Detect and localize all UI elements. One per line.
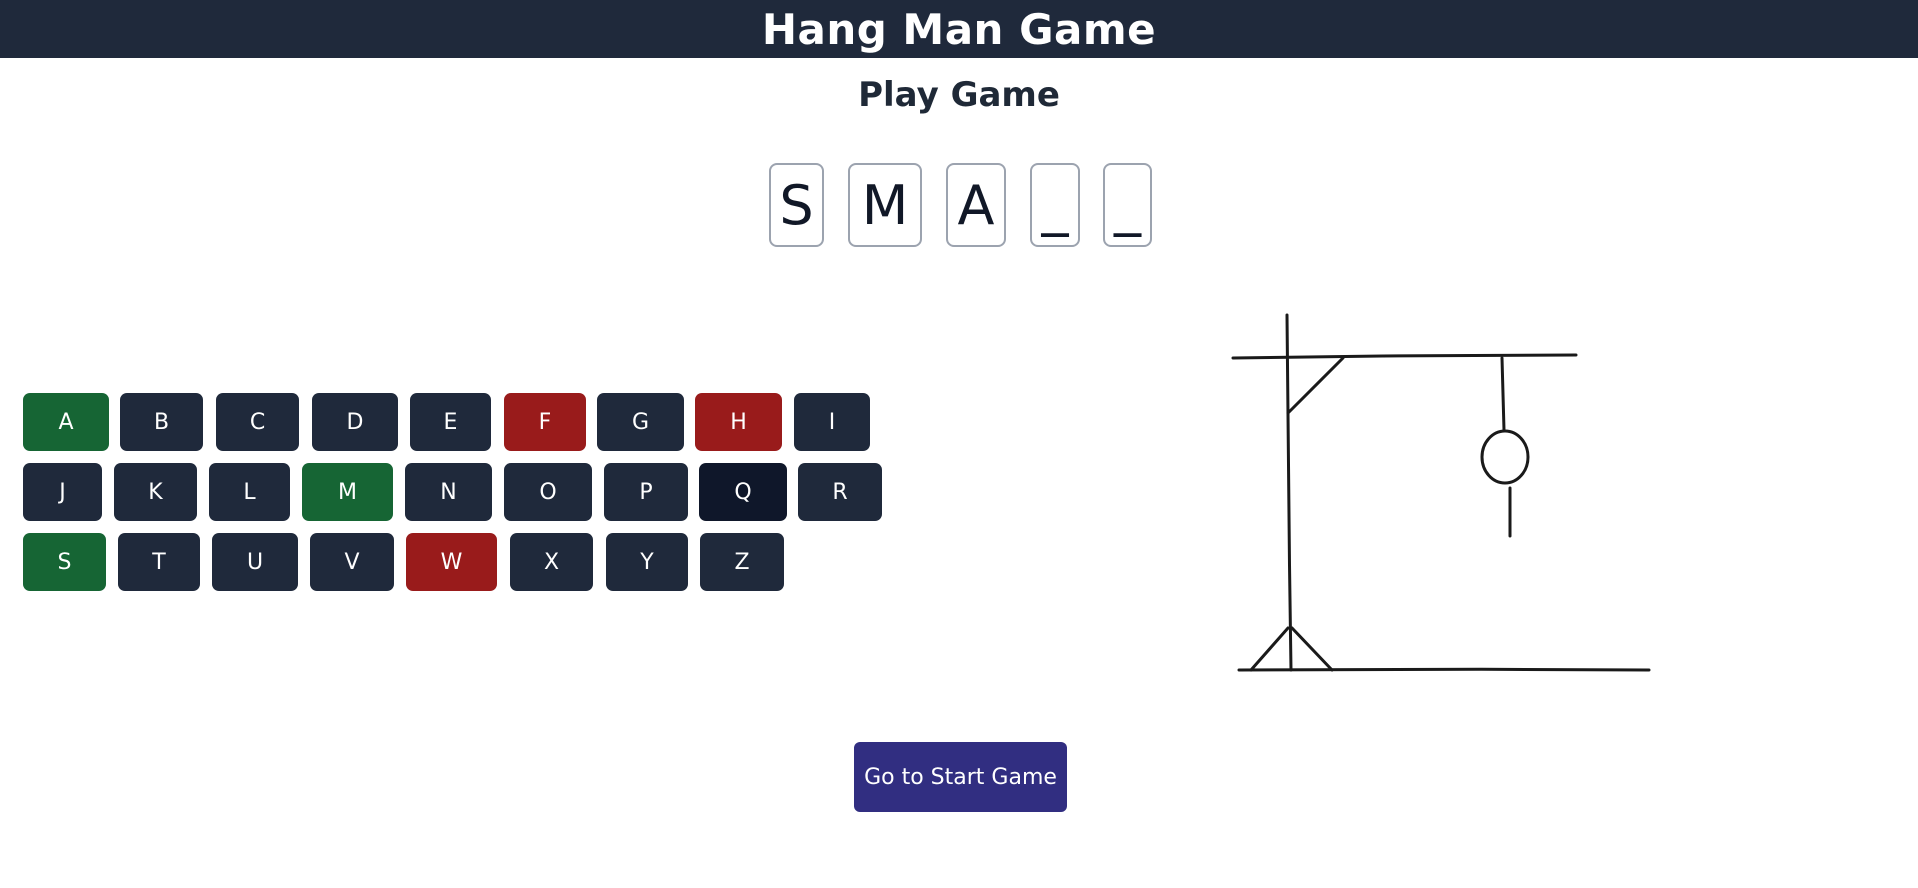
gallows-strut-right (1290, 626, 1334, 672)
key-button[interactable]: Y (606, 533, 688, 591)
key-button[interactable]: H (695, 393, 782, 451)
gallows-brace (1286, 356, 1345, 415)
word-letter-slot: _ (1030, 163, 1080, 247)
key-button[interactable]: I (794, 393, 870, 451)
key-button[interactable]: E (410, 393, 491, 451)
key-button[interactable]: G (597, 393, 684, 451)
key-button[interactable]: K (114, 463, 197, 521)
key-button[interactable]: W (406, 533, 497, 591)
gallows-rope (1500, 356, 1506, 432)
key-button[interactable]: A (23, 393, 109, 451)
letter-keyboard: A B C D E F G H I J K L M N O P Q R S T … (0, 0, 900, 888)
word-letter-slot: A (946, 163, 1006, 247)
gallows-post (1285, 313, 1293, 672)
word-letter-slot: _ (1103, 163, 1152, 247)
key-button[interactable]: C (216, 393, 299, 451)
key-button[interactable]: P (604, 463, 688, 521)
hangman-head (1480, 429, 1530, 485)
hangman-drawing (1231, 313, 1651, 672)
key-button[interactable]: Z (700, 533, 784, 591)
key-button[interactable]: X (510, 533, 593, 591)
key-button[interactable]: D (312, 393, 398, 451)
key-button[interactable]: L (209, 463, 290, 521)
key-button[interactable]: J (23, 463, 102, 521)
key-button[interactable]: M (302, 463, 393, 521)
key-button[interactable]: S (23, 533, 106, 591)
key-button[interactable]: U (212, 533, 298, 591)
gallows-base (1237, 667, 1651, 672)
gallows-strut-left (1249, 626, 1290, 672)
gallows-beam (1231, 353, 1578, 360)
key-button[interactable]: O (504, 463, 592, 521)
key-button[interactable]: V (310, 533, 394, 591)
key-button[interactable]: T (118, 533, 200, 591)
key-button[interactable]: B (120, 393, 203, 451)
key-button[interactable]: F (504, 393, 586, 451)
key-button[interactable]: R (798, 463, 882, 521)
key-button[interactable]: N (405, 463, 492, 521)
start-game-button[interactable]: Go to Start Game (854, 742, 1067, 812)
key-button[interactable]: Q (699, 463, 787, 521)
